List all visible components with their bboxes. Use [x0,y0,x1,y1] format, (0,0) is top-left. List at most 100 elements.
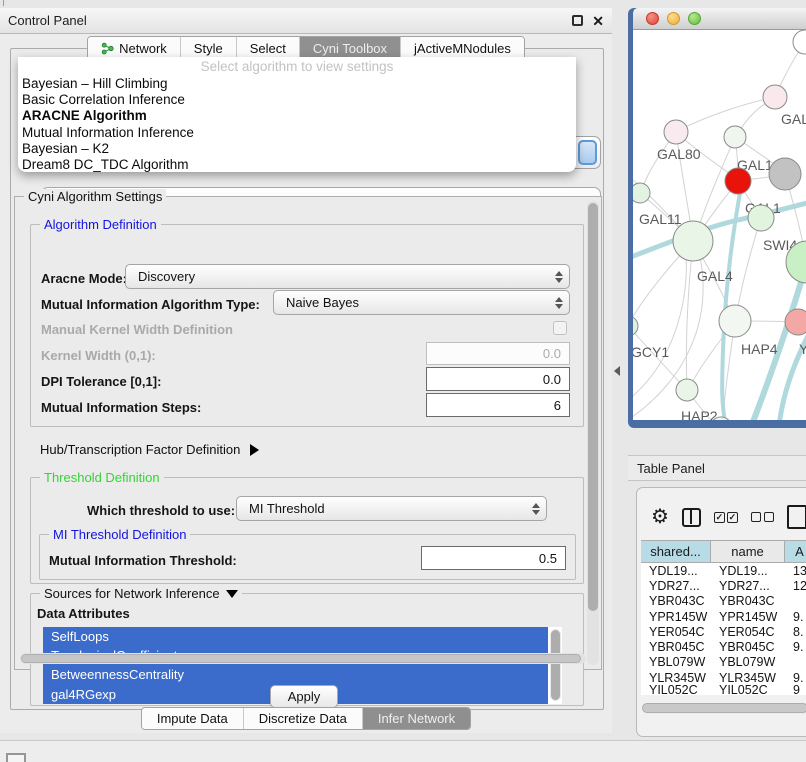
tab-infer-network[interactable]: Infer Network [363,708,470,729]
network-node[interactable] [793,30,806,54]
combo-arrows-icon [532,503,540,515]
tab-jactivemnodules[interactable]: jActiveMNodules [401,37,524,59]
tab-impute-data[interactable]: Impute Data [142,708,244,729]
apply-button[interactable]: Apply [270,685,338,708]
network-node[interactable] [785,309,806,335]
mi-threshold-field[interactable]: 0.5 [421,546,566,570]
floating-panel-icon[interactable] [6,753,26,762]
table-horizontal-scrollbar[interactable] [642,703,806,714]
table-row[interactable]: YDR27...YDR27...12 [641,578,806,593]
control-panel-window: Control Panel ✕ Network Style Sel [0,8,612,733]
table-row[interactable]: YBL079WYBL079W [641,655,806,670]
hub-definition-toggle[interactable]: Hub/Transcription Factor Definition [40,442,259,457]
network-node[interactable] [676,379,698,401]
float-panel-icon[interactable] [572,15,583,26]
tab-cyni-toolbox[interactable]: Cyni Toolbox [300,37,401,59]
network-canvas[interactable]: GALGAL80GAL10GAL1GAL11SWI4GAL4GCY1HAP4YH… [633,30,806,420]
expand-right-icon [250,444,259,456]
dropdown-item-highlighted[interactable]: ARACNE Algorithm [18,108,576,124]
list-scrollbar[interactable] [550,629,561,701]
network-icon [101,42,114,55]
aracne-mode-combobox[interactable]: Discovery [125,264,570,289]
kernel-width-label: Kernel Width (0,1): [41,348,156,363]
tab-style[interactable]: Style [181,37,237,59]
cyni-algorithm-settings-group: Cyni Algorithm Settings Algorithm Defini… [14,196,602,670]
network-node-label: GAL4 [697,268,733,284]
kernel-width-field[interactable]: 0.0 [426,342,570,365]
tab-discretize-data[interactable]: Discretize Data [244,708,363,729]
bottom-panel-strip [0,740,806,762]
dropdown-item[interactable]: Mutual Information Inference [18,125,576,141]
dpi-tolerance-field[interactable]: 0.0 [426,367,570,391]
list-item[interactable]: BetweennessCentrality [43,665,548,684]
combo-arrows-icon [555,271,563,283]
mi-threshold-label: Mutual Information Threshold: [49,553,237,568]
control-panel-titlebar: Control Panel ✕ [0,8,612,34]
algorithm-dropdown-list: Select algorithm to view settings Bayesi… [18,57,576,172]
table-row[interactable]: YPR145WYPR145W9. [641,609,806,624]
cyni-bottom-tabbar: Impute Data Discretize Data Infer Networ… [0,707,612,730]
table-row[interactable]: YBR043CYBR043C [641,594,806,609]
gear-icon[interactable]: ⚙ [651,507,669,527]
network-node[interactable] [769,158,801,190]
network-node[interactable] [664,120,688,144]
select-all-icon[interactable]: ✓✓ [714,512,738,523]
network-node[interactable] [748,205,774,231]
network-node[interactable] [633,316,638,336]
dropdown-placeholder: Select algorithm to view settings [18,59,576,76]
table-header-row: shared... name A [641,540,806,563]
tab-select[interactable]: Select [237,37,300,59]
column-header-shared[interactable]: shared... [641,541,711,562]
network-node-label: GAL [781,111,806,127]
network-node-label: GCY1 [633,344,669,360]
mi-threshold-group: MI Threshold Definition Mutual Informati… [39,534,576,580]
network-view-window: GALGAL80GAL10GAL1GAL11SWI4GAL4GCY1HAP4YH… [628,8,806,428]
which-threshold-combobox[interactable]: MI Threshold [236,496,547,521]
network-node[interactable] [725,168,751,194]
algorithm-definition-title: Algorithm Definition [40,217,161,232]
mi-threshold-title: MI Threshold Definition [49,527,190,542]
divider-tick [3,0,4,6]
dropdown-item[interactable]: Bayesian – Hill Climbing [18,76,576,92]
list-item[interactable]: SelfLoops [43,627,548,646]
table-row[interactable]: YIL052CYIL052C9 [641,685,806,695]
aracne-mode-label: Aracne Mode: [41,271,127,286]
select-none-icon[interactable] [751,512,774,522]
network-node[interactable] [673,221,713,261]
table-row[interactable]: YLR345WYLR345W9. [641,670,806,685]
network-node[interactable] [633,183,650,203]
settings-group-title: Cyni Algorithm Settings [24,189,166,204]
tab-network-label: Network [119,41,167,56]
sources-toggle[interactable]: Sources for Network Inference [40,586,242,601]
table-panel-window: ⚙ ✓✓ shared... name A YDL19...YDL19...13… [636,487,806,737]
table-row[interactable]: YER054CYER054C8. [641,624,806,639]
table-row[interactable]: YBR045CYBR045C9. [641,639,806,654]
table-row[interactable]: YDL19...YDL19...13 [641,563,806,578]
close-panel-icon[interactable]: ✕ [592,14,604,28]
expand-down-icon [226,590,238,598]
close-window-icon[interactable] [646,12,659,25]
settings-vertical-scrollbar[interactable] [587,201,599,665]
network-window-titlebar[interactable] [633,8,806,30]
dropdown-item[interactable]: Bayesian – K2 [18,141,576,157]
algorithm-definition-group: Algorithm Definition Aracne Mode: Discov… [30,224,584,427]
network-node[interactable] [724,126,746,148]
dropdown-item[interactable]: Basic Correlation Inference [18,92,576,108]
column-header-name[interactable]: name [711,541,785,562]
dropdown-item[interactable]: Dream8 DC_TDC Algorithm [18,157,576,173]
hub-definition-label: Hub/Transcription Factor Definition [40,442,240,457]
network-node[interactable] [763,85,787,109]
new-table-icon[interactable] [787,505,806,529]
collapse-panel-arrow[interactable] [614,366,620,376]
mi-type-combobox[interactable]: Naive Bayes [273,290,570,315]
manual-kernel-checkbox[interactable] [553,321,567,335]
zoom-window-icon[interactable] [688,12,701,25]
settings-horizontal-scrollbar[interactable] [20,653,586,664]
minimize-window-icon[interactable] [667,12,680,25]
column-header-clipped[interactable]: A [785,541,806,562]
columns-icon[interactable] [682,508,701,527]
network-node[interactable] [719,305,751,337]
tab-network[interactable]: Network [88,37,181,59]
combobox-stepper [578,140,597,165]
mi-steps-field[interactable]: 6 [426,393,570,417]
